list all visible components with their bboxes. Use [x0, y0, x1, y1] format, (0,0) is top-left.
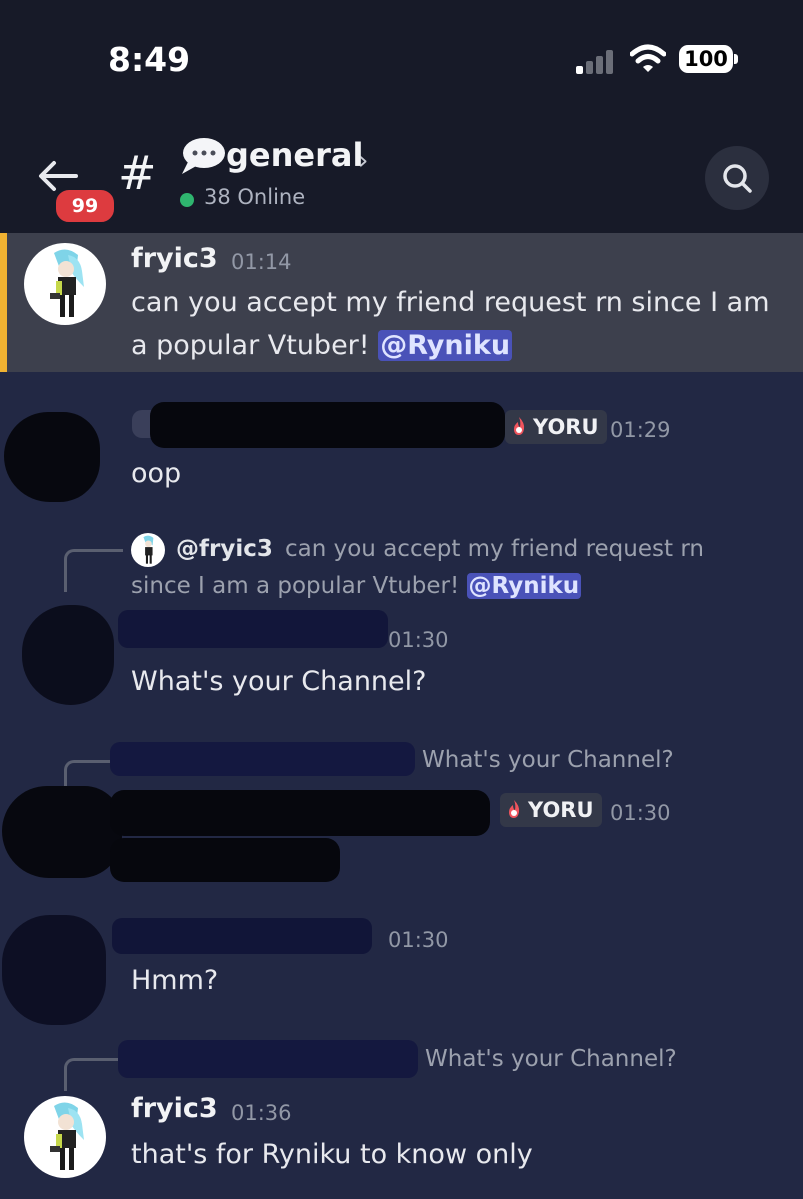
role-tag: YORU [500, 793, 602, 827]
message-timestamp: 01:30 [388, 928, 449, 952]
user-mention[interactable]: @Ryniku [378, 330, 513, 361]
username-redacted [110, 790, 490, 836]
hash-icon: # [118, 146, 157, 200]
message-text-redacted [110, 838, 340, 882]
unread-badge[interactable]: 99 [53, 187, 117, 225]
message-author[interactable]: fryic3 [131, 1093, 218, 1124]
reply-author-redacted [110, 742, 415, 776]
wifi-icon [630, 44, 666, 72]
search-icon [723, 164, 752, 193]
message-timestamp: 01:30 [388, 628, 449, 652]
reply-connector [64, 549, 123, 592]
avatar-redacted [2, 786, 122, 878]
message-timestamp: 01:29 [610, 418, 671, 442]
username-redacted [118, 610, 388, 648]
chevron-right-icon[interactable]: › [358, 146, 368, 176]
role-tag: YORU [505, 410, 607, 444]
online-indicator [180, 193, 194, 207]
avatar-redacted [4, 412, 100, 502]
avatar-redacted [2, 915, 106, 1025]
flame-icon [509, 800, 520, 818]
message-text: that's for Ryniku to know only [131, 1139, 533, 1170]
avatar[interactable] [24, 243, 106, 325]
message-text: can you accept my friend request rn sinc… [131, 287, 770, 361]
username-redacted [150, 402, 505, 448]
search-button[interactable] [705, 146, 769, 210]
message-author[interactable]: fryic3 [131, 243, 218, 274]
reply-preview[interactable]: What's your Channel? [425, 1041, 677, 1078]
message-text: What's your Channel? [131, 666, 427, 697]
message-text: oop [131, 458, 182, 489]
status-time: 8:49 [108, 40, 191, 79]
avatar-redacted [22, 605, 114, 705]
battery-icon: 100 [679, 45, 739, 75]
online-count: 38 Online [204, 185, 306, 209]
message-text: Hmm? [131, 965, 219, 996]
message-timestamp: 01:36 [231, 1101, 292, 1125]
message-timestamp: 01:30 [610, 801, 671, 825]
reply-author-redacted [118, 1040, 418, 1078]
username-redacted [112, 918, 372, 954]
reply-preview[interactable]: What's your Channel? [422, 742, 674, 779]
speech-bubble-icon [182, 138, 225, 174]
reply-preview[interactable]: can you accept my friend request rn sinc… [131, 531, 771, 605]
signal-icon [576, 50, 613, 74]
user-mention[interactable]: @Ryniku [466, 573, 582, 599]
battery-level: 100 [679, 45, 733, 73]
channel-name[interactable]: general [226, 136, 363, 174]
reply-connector [64, 1058, 123, 1091]
mention-highlight-bar [0, 233, 7, 372]
avatar[interactable] [24, 1096, 106, 1178]
top-bar: 8:49 100 99 # general › 38 Online [0, 0, 803, 233]
flame-icon [514, 417, 525, 435]
message-timestamp: 01:14 [231, 250, 292, 274]
